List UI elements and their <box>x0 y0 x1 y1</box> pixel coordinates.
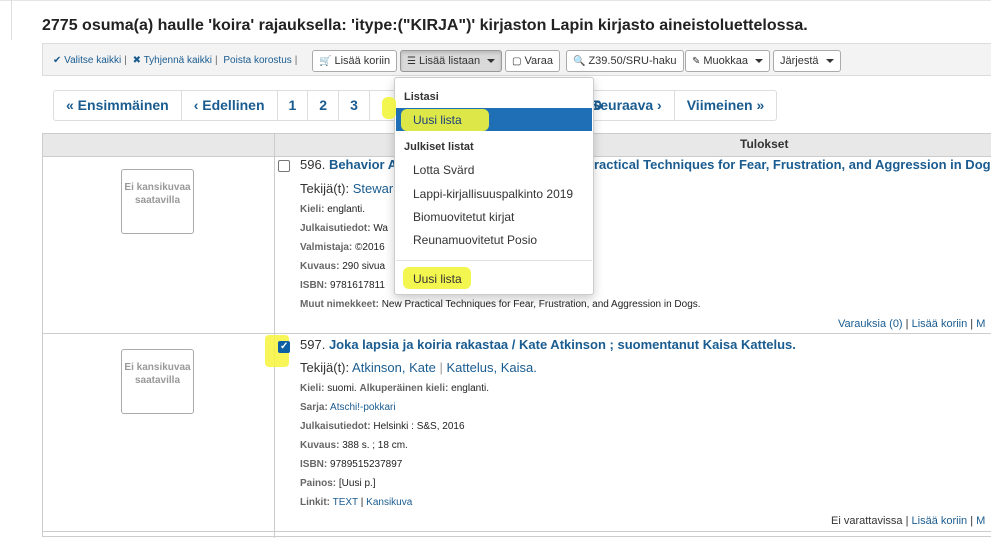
result-footer-597: Ei varattavissa | Lisää koriin | M <box>831 515 986 527</box>
result-author-596: Tekijä(t): Stewar <box>300 181 393 196</box>
result-number: 597. <box>300 337 326 352</box>
z3950-search-button[interactable]: 🔍 Z39.50/SRU-haku <box>566 50 684 72</box>
cover-link[interactable]: Kansikuva <box>366 497 412 508</box>
author-label: Tekijä(t): <box>300 360 350 375</box>
no-cover-placeholder: Ei kansikuvaa saatavilla <box>121 169 194 234</box>
author-link[interactable]: Atkinson, Kate <box>352 360 436 375</box>
result-title-text: Behavior A <box>328 157 398 172</box>
author-link[interactable]: Kattelus, Kaisa. <box>447 360 537 375</box>
no-cover-placeholder: Ei kansikuvaa saatavilla <box>121 349 194 414</box>
check-icon: ✔ <box>53 55 62 66</box>
z3950-label: Z39.50/SRU-haku <box>588 55 677 67</box>
menu-item-reunamuovitetut[interactable]: Reunamuovitetut Posio <box>413 233 537 247</box>
more-link[interactable]: M <box>976 515 985 527</box>
caret-down-icon <box>755 59 764 63</box>
row-divider <box>43 333 991 334</box>
meta-edition: Painos: [Uusi p.] <box>300 478 376 489</box>
row-divider <box>43 531 991 532</box>
sort-button[interactable]: Järjestä <box>773 50 841 72</box>
pager-last[interactable]: Viimeinen » <box>675 91 777 120</box>
meta-other-titles: Muut nimekkeet: New Practical Techniques… <box>300 299 701 310</box>
meta-isbn: ISBN: 9781617811 <box>300 280 385 291</box>
meta-series: Sarja: Atschi!-pokkari <box>300 402 396 413</box>
series-link[interactable]: Atschi!-pokkari <box>330 402 396 413</box>
pager-prev[interactable]: ‹ Edellinen <box>182 91 278 120</box>
menu-item-lotta-svard[interactable]: Lotta Svärd <box>413 163 474 177</box>
public-lists-header: Julkiset listat <box>404 141 474 153</box>
select-all-link[interactable]: Valitse kaikki <box>64 55 121 66</box>
meta-isbn: ISBN: 9789515237897 <box>300 459 403 470</box>
unhighlight-link[interactable]: Poista korostus <box>223 55 291 66</box>
highlight-marker <box>382 97 396 119</box>
left-pane-edge <box>0 0 12 40</box>
menu-item-biomuovitetut[interactable]: Biomuovitetut kirjat <box>413 210 514 224</box>
menu-item-new-list-bottom[interactable]: Uusi lista <box>413 272 462 286</box>
pencil-icon: ✎ <box>692 55 701 67</box>
more-link[interactable]: M <box>976 318 985 330</box>
not-reservable-text: Ei varattavissa <box>831 515 903 527</box>
results-toolbar: ✔ Valitse kaikki | ✖ Tyhjennä kaikki | Poi… <box>42 43 991 76</box>
results-heading: 2775 osuma(a) haulle 'koira' rajauksella… <box>42 17 808 34</box>
edit-label: Muokkaa <box>703 55 749 67</box>
add-to-list-dropdown: Listasi Uusi lista Julkiset listat Lotta… <box>394 77 594 295</box>
result-checkbox-597[interactable] <box>278 341 290 353</box>
add-to-list-button[interactable]: ☰ Lisää listaan <box>400 50 503 72</box>
result-title-596-rest[interactable]: ractical Techniques for Fear, Frustratio… <box>594 157 991 172</box>
result-number: 596. <box>300 157 326 172</box>
add-to-list-label: Lisää listaan <box>418 55 481 67</box>
result-checkbox-596[interactable] <box>278 160 290 172</box>
add-to-cart-label: Lisää koriin <box>334 55 391 67</box>
add-to-cart-link[interactable]: Lisää koriin <box>912 515 968 527</box>
author-label: Tekijä(t): <box>300 181 350 196</box>
reserve-button[interactable]: ▢ Varaa <box>505 50 560 72</box>
clear-all-link[interactable]: Tyhjennä kaikki <box>144 55 212 66</box>
your-lists-header: Listasi <box>404 91 439 103</box>
meta-description: Kuvaus: 290 sivua <box>300 261 386 272</box>
result-title-596[interactable]: 596. Behavior A <box>300 157 397 172</box>
meta-links: Linkit: TEXT | Kansikuva <box>300 497 413 508</box>
add-to-cart-link[interactable]: Lisää koriin <box>912 318 968 330</box>
result-title-text: Joka lapsia ja koiria rakastaa / Kate At… <box>328 337 796 352</box>
meta-language: Kieli: englanti. <box>300 204 366 215</box>
reservations-link[interactable]: Varauksia (0) <box>838 318 903 330</box>
meta-publication: Julkaisutiedot: Wa <box>300 223 388 234</box>
top-border <box>0 0 991 1</box>
result-footer-596: Varauksia (0) | Lisää koriin | M <box>838 318 986 330</box>
cart-icon: 🛒 <box>319 55 332 67</box>
x-icon: ✖ <box>132 55 142 66</box>
pager-page-3[interactable]: 3 <box>339 91 370 120</box>
meta-publication: Julkaisutiedot: Helsinki : S&S, 2016 <box>300 421 465 432</box>
text-link[interactable]: TEXT <box>333 497 358 508</box>
edit-button[interactable]: ✎ Muokkaa <box>685 50 771 72</box>
menu-item-lappi-palkinto[interactable]: Lappi-kirjallisuuspalkinto 2019 <box>413 187 573 201</box>
list-icon: ☰ <box>407 55 416 67</box>
author-link[interactable]: Stewar <box>353 181 393 196</box>
menu-item-new-list-top[interactable]: Uusi lista <box>413 113 462 127</box>
meta-description: Kuvaus: 388 s. ; 18 cm. <box>300 440 408 451</box>
search-icon: 🔍 <box>573 55 586 67</box>
selection-links: ✔ Valitse kaikki | ✖ Tyhjennä kaikki | Poi… <box>53 55 298 66</box>
caret-down-icon <box>825 59 834 63</box>
header-cell-cover <box>43 134 275 156</box>
pager-page-10-partial[interactable]: 0 <box>594 97 602 113</box>
pager-first[interactable]: « Ensimmäinen <box>54 91 182 120</box>
result-author-597: Tekijä(t): Atkinson, Kate | Kattelus, Ka… <box>300 360 537 375</box>
meta-language: Kieli: suomi. Alkuperäinen kieli: englan… <box>300 383 489 394</box>
caret-down-icon <box>487 59 496 63</box>
sort-label: Järjestä <box>780 55 819 67</box>
bookmark-icon: ▢ <box>512 55 522 67</box>
pager-page-1[interactable]: 1 <box>278 91 309 120</box>
add-to-cart-button[interactable]: 🛒 Lisää koriin <box>312 50 398 72</box>
meta-maker: Valmistaja: ©2016 <box>300 242 385 253</box>
header-results: Tulokset <box>740 137 789 151</box>
pager-page-2[interactable]: 2 <box>308 91 340 120</box>
result-title-597[interactable]: 597. Joka lapsia ja koiria rakastaa / Ka… <box>300 337 796 352</box>
menu-divider <box>396 260 592 261</box>
reserve-label: Varaa <box>524 55 553 67</box>
